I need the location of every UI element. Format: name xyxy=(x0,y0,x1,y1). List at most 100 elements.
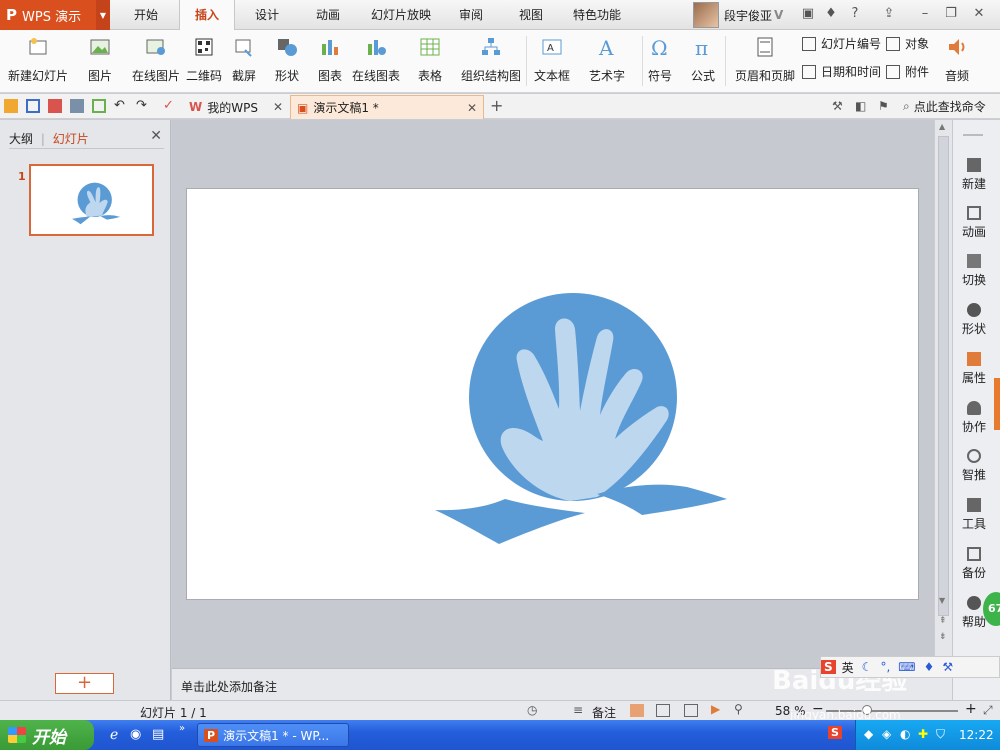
tab-slides[interactable]: 幻灯片 xyxy=(53,132,89,146)
history-icon[interactable]: ◷ xyxy=(527,703,537,717)
scroll-up-icon[interactable]: ▲ xyxy=(939,122,945,131)
screenshot-button[interactable]: 截屏 xyxy=(232,34,256,84)
close-icon[interactable]: ✕ xyxy=(467,101,477,115)
tab-start[interactable]: 开始 xyxy=(120,0,172,30)
taskbar-item-presentation[interactable]: P 演示文稿1 * - WP... xyxy=(197,723,349,747)
textbox-button[interactable]: A 文本框 xyxy=(534,34,570,84)
tab-my-wps[interactable]: W 我的WPS ✕ xyxy=(183,95,289,119)
user-area[interactable]: 段宇俊亚 V xyxy=(693,0,783,30)
add-slide-button[interactable]: + xyxy=(55,673,114,694)
panel-backup-button[interactable]: 备份 xyxy=(953,547,995,581)
panel-collapse-handle[interactable] xyxy=(994,378,1000,430)
wrench-icon[interactable]: ⚒ xyxy=(942,660,953,674)
reading-view-icon[interactable] xyxy=(684,704,698,717)
online-picture-button[interactable]: 在线图片 xyxy=(132,34,180,84)
audio-button[interactable]: 音频 xyxy=(945,34,969,84)
tray-icon-1[interactable]: ◆ xyxy=(864,727,873,741)
next-slide-icon[interactable]: ⇟ xyxy=(939,632,947,642)
chart-button[interactable]: 图表 xyxy=(318,34,342,84)
picture-button[interactable]: 图片 xyxy=(88,34,112,84)
object-button[interactable]: 对象 xyxy=(886,35,929,52)
sogou-tray-icon[interactable]: S xyxy=(828,726,842,739)
new-tab-icon[interactable]: + xyxy=(490,98,504,114)
shield-icon[interactable]: ⛉ xyxy=(936,727,945,742)
save-icon[interactable] xyxy=(26,99,40,113)
close-icon[interactable]: ✕ xyxy=(273,100,283,114)
tray-icon-4[interactable]: ✚ xyxy=(918,727,928,741)
datetime-button[interactable]: 日期和时间 xyxy=(802,63,881,80)
ime-toolbar[interactable]: S 英 ☾ °, ⌨ ♦ ⚒ xyxy=(820,656,1000,678)
format-icon[interactable]: ◧ xyxy=(855,99,869,113)
play-icon[interactable]: ▶ xyxy=(711,702,720,716)
restore-icon[interactable]: ❐ xyxy=(944,7,958,21)
tool-icon[interactable]: ⚒ xyxy=(832,99,846,113)
tab-insert[interactable]: 插入 xyxy=(179,0,235,31)
start-button[interactable]: 开始 xyxy=(0,720,94,750)
panel-shape-button[interactable]: 形状 xyxy=(953,303,995,337)
panel-recommend-button[interactable]: 智推 xyxy=(953,449,995,483)
panel-animation-button[interactable]: 动画 xyxy=(953,206,995,240)
close-icon[interactable]: ✕ xyxy=(972,7,986,21)
slide[interactable] xyxy=(186,188,919,600)
slide-thumbnail[interactable] xyxy=(29,164,154,236)
tab-view[interactable]: 视图 xyxy=(508,0,554,30)
brush-icon[interactable]: ✓ xyxy=(163,99,177,113)
tray-icon-2[interactable]: ◈ xyxy=(882,727,891,741)
scroll-down-icon[interactable]: ▼ xyxy=(939,596,945,605)
shape-button[interactable]: 形状 xyxy=(275,34,299,84)
panel-tools-button[interactable]: 工具 xyxy=(953,498,995,532)
notes-icon[interactable]: ≡ xyxy=(573,703,583,717)
new-slide-button[interactable]: 新建幻灯片 xyxy=(8,34,68,84)
expand-icon[interactable]: » xyxy=(179,723,185,734)
app-menu-button[interactable]: P WPS 演示 ▼ xyxy=(0,0,110,30)
hand-globe-logo[interactable] xyxy=(187,189,920,601)
header-footer-button[interactable]: 页眉和页脚 xyxy=(735,34,795,84)
symbol-button[interactable]: Ω 符号 xyxy=(648,34,672,84)
panel-new-button[interactable]: 新建 xyxy=(953,158,995,192)
panel-properties-button[interactable]: 属性 xyxy=(953,352,995,386)
tab-slideshow[interactable]: 幻灯片放映 xyxy=(362,0,440,30)
tab-outline[interactable]: 大纲 xyxy=(9,132,33,146)
close-icon[interactable]: ✕ xyxy=(150,128,162,144)
tab-document[interactable]: ▣ 演示文稿1 * ✕ xyxy=(290,95,484,119)
slide-number-button[interactable]: 幻灯片编号 xyxy=(802,35,881,52)
undo-icon[interactable]: ↶ xyxy=(114,99,128,113)
help-icon[interactable]: ? xyxy=(848,7,862,21)
panel-collaborate-button[interactable]: 协作 xyxy=(953,401,995,435)
moon-icon[interactable]: ☾ xyxy=(862,660,873,674)
tab-special[interactable]: 特色功能 xyxy=(565,0,629,30)
pdf-icon[interactable] xyxy=(48,99,62,113)
skin-icon[interactable]: ▣ xyxy=(801,7,815,21)
panel-transition-button[interactable]: 切换 xyxy=(953,254,995,288)
tray-icon-3[interactable]: ◐ xyxy=(900,727,910,741)
skin-icon[interactable]: ♦ xyxy=(924,660,935,674)
shirt-icon[interactable]: ♦ xyxy=(824,7,838,21)
preview-icon[interactable] xyxy=(92,99,106,113)
share-icon[interactable]: ⇪ xyxy=(882,7,896,21)
flag-icon[interactable]: ⚑ xyxy=(878,99,892,113)
open-icon[interactable] xyxy=(4,99,18,113)
command-search[interactable]: ⌕ 点此查找命令 xyxy=(903,98,986,115)
print-icon[interactable] xyxy=(70,99,84,113)
wordart-button[interactable]: A 艺术字 xyxy=(589,34,625,84)
redo-icon[interactable]: ↷ xyxy=(136,99,150,113)
table-button[interactable]: 表格 xyxy=(418,34,442,84)
desktop-icon[interactable]: ▤ xyxy=(152,727,164,742)
notes-toggle[interactable]: 备注 xyxy=(592,704,616,721)
punct-icon[interactable]: °, xyxy=(880,660,890,674)
tab-review[interactable]: 审阅 xyxy=(448,0,494,30)
keyboard-icon[interactable]: ⌨ xyxy=(898,660,915,674)
zoom-in-icon[interactable]: + xyxy=(965,701,977,717)
normal-view-icon[interactable] xyxy=(630,704,644,717)
avatar[interactable] xyxy=(693,2,719,28)
attachment-button[interactable]: 附件 xyxy=(886,63,929,80)
sorter-view-icon[interactable] xyxy=(656,704,670,717)
online-chart-button[interactable]: 在线图表 xyxy=(352,34,400,84)
prev-slide-icon[interactable]: ⇞ xyxy=(939,616,947,626)
scrollbar-thumb[interactable] xyxy=(938,136,949,616)
fit-window-icon[interactable]: ⤢ xyxy=(983,703,993,718)
ime-mode[interactable]: 英 xyxy=(842,659,854,676)
tab-animation[interactable]: 动画 xyxy=(302,0,354,30)
qrcode-button[interactable]: 二维码 xyxy=(186,34,222,84)
org-chart-button[interactable]: 组织结构图 xyxy=(461,34,521,84)
